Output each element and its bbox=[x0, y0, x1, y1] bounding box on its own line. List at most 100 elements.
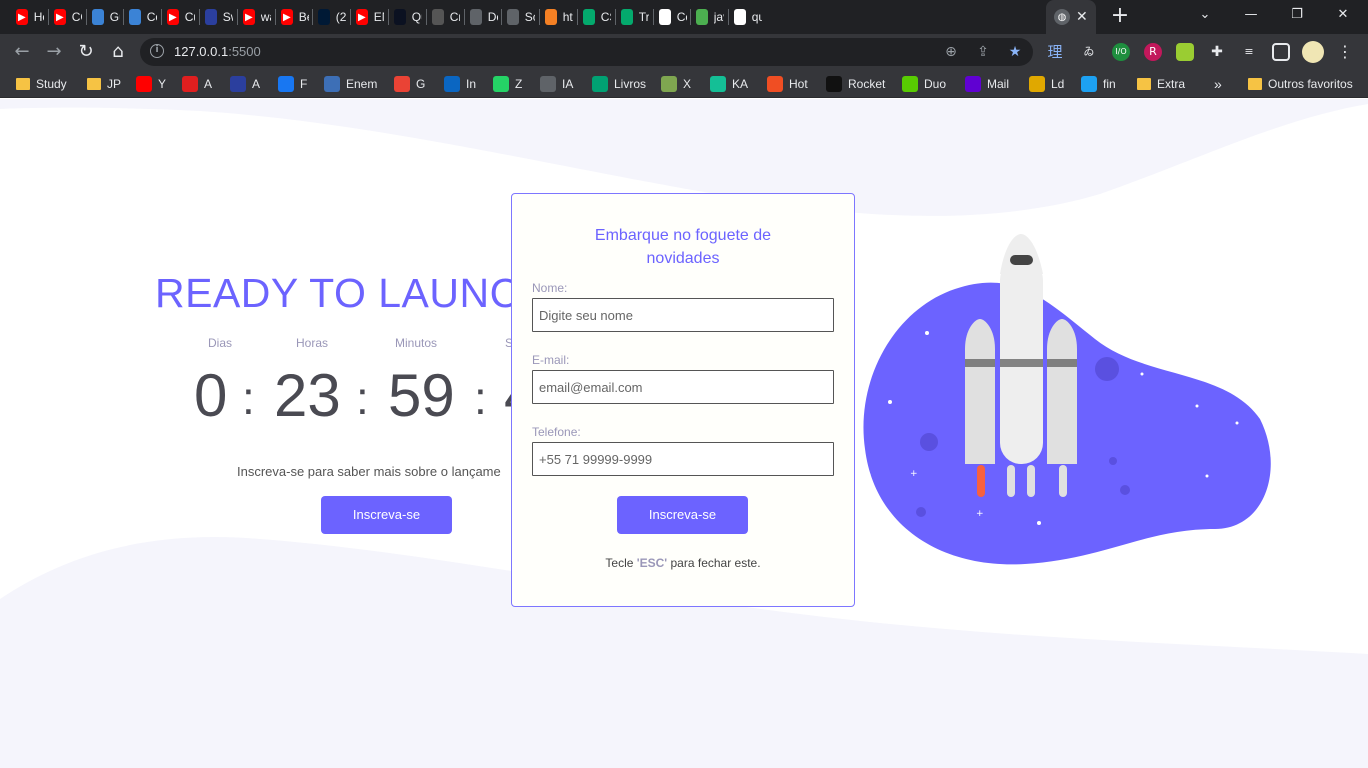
name-field[interactable] bbox=[532, 298, 834, 332]
browser-tab[interactable]: Co bbox=[129, 0, 157, 34]
svg-text:+: + bbox=[864, 470, 872, 480]
bookmarks-overflow-button[interactable]: » bbox=[1214, 75, 1222, 93]
browser-tab[interactable]: ▶ Cu bbox=[167, 0, 195, 34]
bookmark-item[interactable]: fin bbox=[1081, 75, 1116, 93]
esc-key: 'ESC' bbox=[636, 556, 668, 570]
minutes-value: 59 bbox=[388, 362, 455, 429]
browser-tab[interactable]: htt bbox=[545, 0, 573, 34]
bookmark-item[interactable]: F bbox=[278, 75, 307, 93]
esc-prefix: Tecle bbox=[605, 556, 637, 570]
dio-icon bbox=[230, 76, 246, 92]
bookmark-item[interactable]: Duo bbox=[902, 75, 946, 93]
browser-tab[interactable]: Sw bbox=[205, 0, 233, 34]
phone-field[interactable] bbox=[532, 442, 834, 476]
browser-tab[interactable]: Qu bbox=[394, 0, 422, 34]
bookmark-item[interactable]: A bbox=[230, 75, 260, 93]
close-tab-icon[interactable]: ✕ bbox=[1076, 9, 1088, 25]
forward-icon[interactable]: → bbox=[42, 40, 66, 64]
address-bar[interactable]: i 127.0.0.1:5500 ⊕ ⇪ ★ bbox=[140, 38, 1033, 66]
hero-subscribe-button[interactable]: Inscreva-se bbox=[321, 496, 452, 534]
bookmark-item[interactable]: G bbox=[394, 75, 425, 93]
alura-icon bbox=[394, 9, 406, 25]
tab-title: htt bbox=[562, 10, 573, 24]
bookmark-item[interactable]: KA bbox=[710, 75, 748, 93]
back-icon[interactable]: ← bbox=[10, 40, 34, 64]
bookmark-label: Hot bbox=[789, 77, 808, 91]
reload-icon[interactable]: ↻ bbox=[74, 40, 98, 64]
browser-tab[interactable]: Cr bbox=[432, 0, 460, 34]
browser-tab[interactable]: ▶ EN bbox=[356, 0, 384, 34]
site-info-icon[interactable]: i bbox=[150, 44, 164, 58]
youtube-icon: ▶ bbox=[281, 9, 293, 25]
tab-separator bbox=[615, 9, 616, 25]
bookmark-item[interactable]: Study bbox=[16, 75, 67, 93]
bookmark-star-icon[interactable]: ★ bbox=[1006, 43, 1024, 61]
home-icon[interactable]: ⌂ bbox=[106, 40, 130, 64]
extension-icon[interactable]: I/O bbox=[1112, 43, 1130, 61]
bookmark-item[interactable]: Y bbox=[136, 75, 166, 93]
bookmark-item[interactable]: A bbox=[182, 75, 212, 93]
tab-title: Qu bbox=[411, 10, 422, 24]
email-field[interactable] bbox=[532, 370, 834, 404]
bookmark-item[interactable]: Livros bbox=[592, 75, 646, 93]
bookmark-label: Duo bbox=[924, 77, 947, 91]
close-window-button[interactable]: ✕ bbox=[1320, 0, 1366, 30]
browser-tab[interactable]: Cc bbox=[659, 0, 687, 34]
bookmark-item[interactable]: In bbox=[444, 75, 476, 93]
side-panel-icon[interactable] bbox=[1272, 43, 1290, 61]
browser-tab[interactable]: Dc bbox=[470, 0, 498, 34]
browser-tab[interactable]: ▶ Ho bbox=[16, 0, 44, 34]
media-control-icon[interactable]: ≡ bbox=[1240, 43, 1258, 61]
new-tab-button[interactable]: + bbox=[1108, 4, 1132, 28]
modal-subscribe-button[interactable]: Inscreva-se bbox=[617, 496, 748, 534]
browser-tab[interactable]: (2 bbox=[318, 0, 346, 34]
translate-extension-icon[interactable]: 理 bbox=[1046, 43, 1064, 61]
bookmark-item[interactable]: Extra bbox=[1137, 75, 1185, 93]
tab-separator bbox=[690, 9, 691, 25]
browser-tab[interactable]: Sc bbox=[507, 0, 535, 34]
browser-tab[interactable]: CS bbox=[583, 0, 611, 34]
menu-icon[interactable]: ⋮ bbox=[1336, 43, 1354, 61]
name-label: Nome: bbox=[532, 281, 568, 295]
bookmark-item[interactable]: JP bbox=[87, 75, 121, 93]
extension-icon[interactable] bbox=[1176, 43, 1194, 61]
browser-toolbar: ← → ↻ ⌂ i 127.0.0.1:5500 ⊕ ⇪ ★ 理 ゐ I/O R… bbox=[0, 34, 1368, 70]
bookmark-item[interactable]: Ld bbox=[1029, 75, 1064, 93]
profile-avatar[interactable] bbox=[1302, 41, 1324, 63]
minimize-button[interactable]: — bbox=[1228, 0, 1274, 30]
bookmark-item[interactable]: Hot bbox=[767, 75, 808, 93]
bookmark-item[interactable]: Enem bbox=[324, 75, 377, 93]
browser-tab[interactable]: qu bbox=[734, 0, 762, 34]
bookmark-label: fin bbox=[1103, 77, 1116, 91]
svg-text:+: + bbox=[976, 509, 984, 519]
active-tab[interactable]: ◍ ✕ bbox=[1046, 0, 1096, 34]
bookmark-item[interactable]: Rocket bbox=[826, 75, 885, 93]
tab-title: Sc bbox=[524, 10, 535, 24]
folder-icon bbox=[1137, 78, 1151, 90]
share-icon[interactable]: ⇪ bbox=[974, 43, 992, 61]
dio-icon bbox=[205, 9, 217, 25]
tab-title: Sw bbox=[222, 10, 233, 24]
tab-search-icon[interactable]: ⌄ bbox=[1182, 0, 1228, 30]
bookmark-item[interactable]: X bbox=[661, 75, 691, 93]
browser-tab[interactable]: Gu bbox=[92, 0, 120, 34]
extensions-puzzle-icon[interactable]: ✚ bbox=[1208, 43, 1226, 61]
bookmark-item[interactable]: IA bbox=[540, 75, 573, 93]
browser-tab[interactable]: ▶ CC bbox=[54, 0, 82, 34]
bookmark-item[interactable]: Z bbox=[493, 75, 522, 93]
bookmark-item[interactable]: Mail bbox=[965, 75, 1009, 93]
google-icon bbox=[734, 9, 746, 25]
browser-tab[interactable]: Try bbox=[621, 0, 649, 34]
bookmark-other-favorites[interactable]: Outros favoritos bbox=[1248, 75, 1353, 93]
bookmarks-bar: » Outros favoritos Study JP Y A A F Enem G In Z IA… bbox=[0, 70, 1368, 98]
tab-strip: ◍ ✕ + ⌄ — ❐ ✕ ▶ Ho ▶ CC Gu Co ▶ Cu Sw ▶ wa ▶ Be (2 ▶ EN… bbox=[0, 0, 1368, 34]
extension-icon[interactable]: R bbox=[1144, 43, 1162, 61]
extension-icon[interactable]: ゐ bbox=[1080, 43, 1098, 61]
restore-button[interactable]: ❐ bbox=[1274, 0, 1320, 30]
browser-tab[interactable]: ▶ Be bbox=[281, 0, 309, 34]
browser-tab[interactable]: ▶ wa bbox=[243, 0, 271, 34]
zoom-icon[interactable]: ⊕ bbox=[942, 43, 960, 61]
fire-icon bbox=[767, 76, 783, 92]
tab-title: Co bbox=[146, 10, 157, 24]
browser-tab[interactable]: jav bbox=[696, 0, 724, 34]
